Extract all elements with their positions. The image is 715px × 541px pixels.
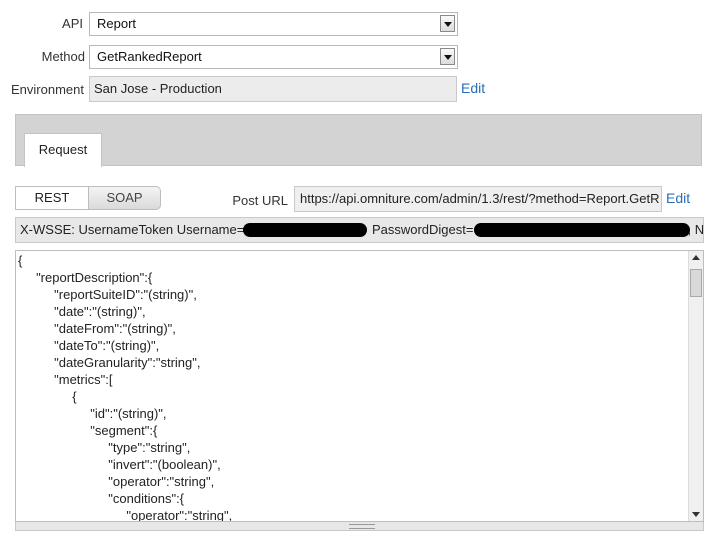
method-select-value: GetRankedReport <box>97 49 202 64</box>
username-redaction <box>243 223 367 237</box>
resize-grip[interactable] <box>15 522 704 531</box>
scrollbar-thumb[interactable] <box>690 269 702 297</box>
chevron-down-icon[interactable] <box>440 48 455 65</box>
wsse-username-prefix: X-WSSE: UsernameToken Username= <box>20 222 245 237</box>
scroll-down-arrow-icon[interactable] <box>692 512 700 517</box>
wsse-header: X-WSSE: UsernameToken Username= Password… <box>15 217 704 243</box>
api-select[interactable]: Report <box>89 12 458 36</box>
api-label: API <box>62 16 83 31</box>
request-body-textarea[interactable]: { "reportDescription":{ "reportSuiteID":… <box>15 250 704 522</box>
tab-request[interactable]: Request <box>24 133 102 167</box>
post-url-edit-link[interactable]: Edit <box>666 190 690 206</box>
tab-bar <box>15 114 702 166</box>
environment-field: San Jose - Production <box>89 76 457 102</box>
post-url-label: Post URL <box>232 193 288 208</box>
soap-button[interactable]: SOAP <box>88 186 161 210</box>
environment-edit-link[interactable]: Edit <box>461 80 485 96</box>
scroll-up-arrow-icon[interactable] <box>692 255 700 260</box>
rest-button[interactable]: REST <box>15 186 89 210</box>
request-body-text[interactable]: { "reportDescription":{ "reportSuiteID":… <box>16 251 703 521</box>
method-select[interactable]: GetRankedReport <box>89 45 458 69</box>
environment-label: Environment <box>11 82 84 97</box>
wsse-password-label: PasswordDigest= <box>368 222 474 237</box>
post-url-field: https://api.omniture.com/admin/1.3/rest/… <box>294 186 662 212</box>
vertical-scrollbar[interactable] <box>688 251 703 521</box>
method-label: Method <box>41 49 85 64</box>
chevron-down-icon[interactable] <box>440 15 455 32</box>
password-redaction <box>474 223 690 237</box>
api-select-value: Report <box>97 16 137 31</box>
